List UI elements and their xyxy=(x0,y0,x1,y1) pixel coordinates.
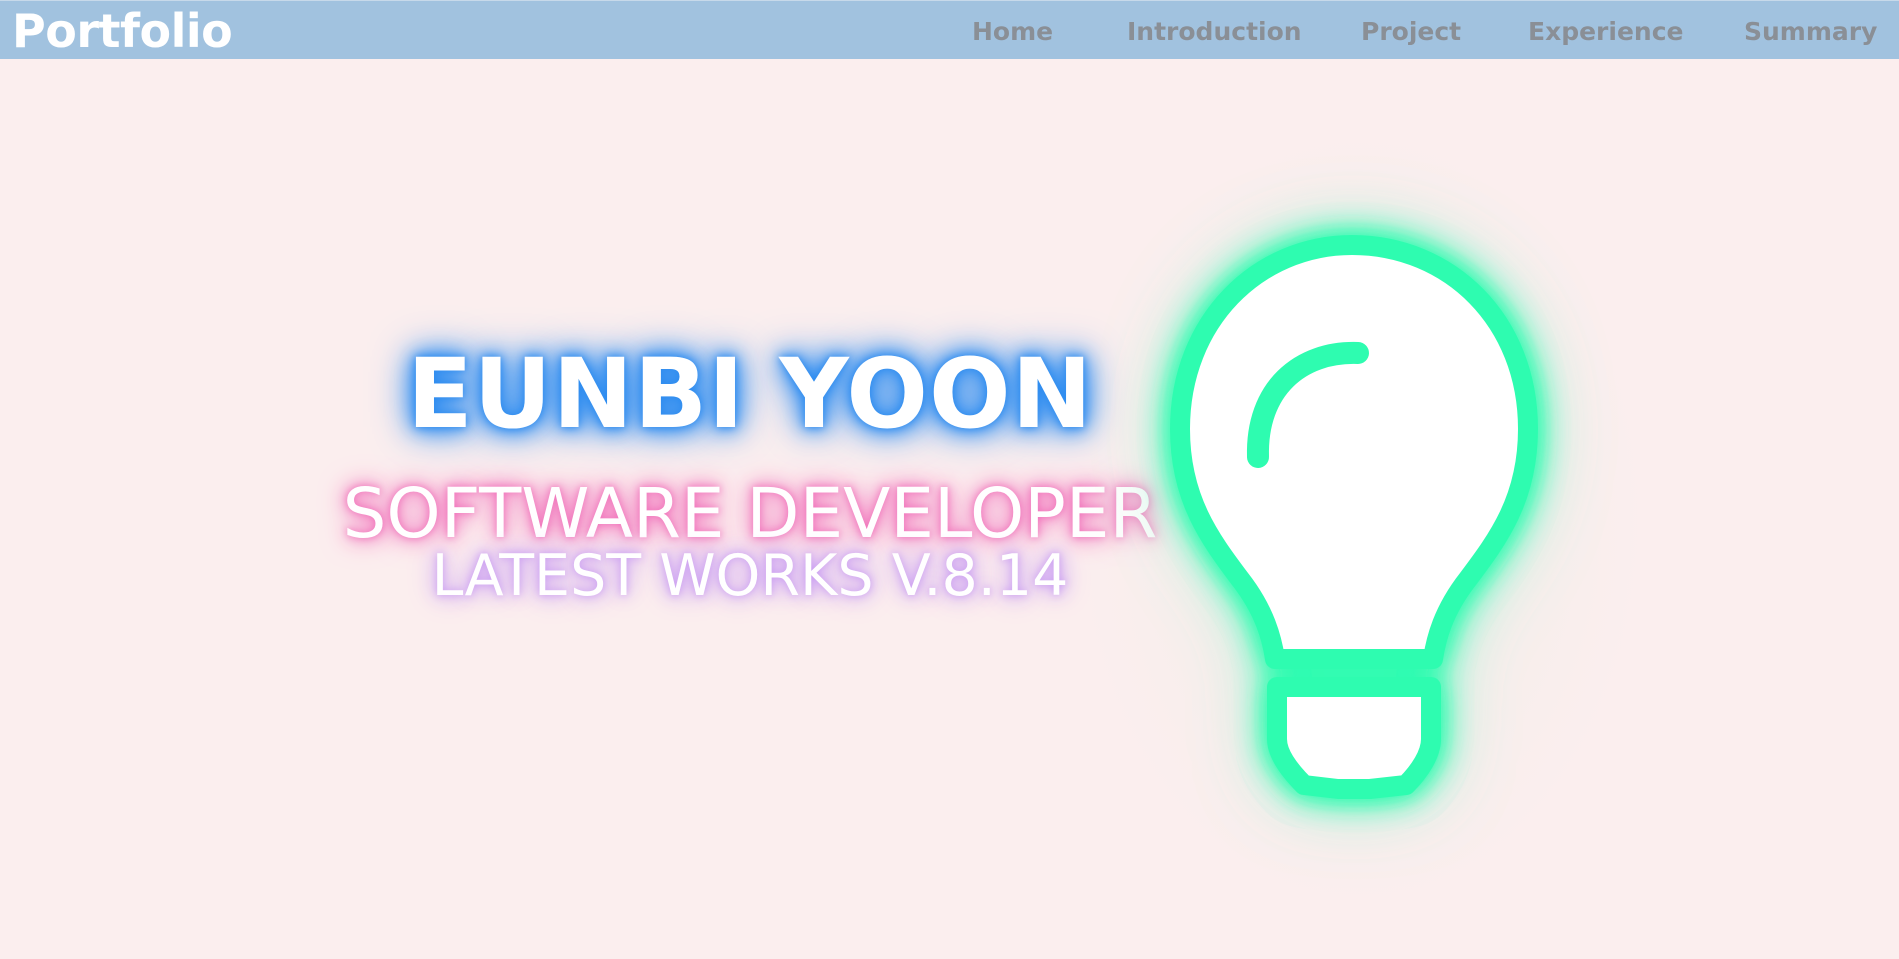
nav-summary[interactable]: Summary xyxy=(1744,17,1877,47)
hero-role: SOFTWARE DEVELOPER xyxy=(342,474,1158,554)
nav-experience[interactable]: Experience xyxy=(1528,17,1683,47)
nav-introduction[interactable]: Introduction xyxy=(1127,17,1302,47)
nav-project[interactable]: Project xyxy=(1361,17,1461,47)
brand-logo[interactable]: Portfolio xyxy=(12,4,233,58)
hero-section: EUNBI YOON SOFTWARE DEVELOPER LATEST WOR… xyxy=(0,59,1899,959)
hero-version: LATEST WORKS V.8.14 xyxy=(431,543,1069,609)
nav-home[interactable]: Home xyxy=(972,17,1053,47)
lightbulb-icon xyxy=(1170,235,1538,799)
hero-name: EUNBI YOON xyxy=(407,338,1093,450)
top-navbar: Portfolio Home Introduction Project Expe… xyxy=(0,0,1899,59)
